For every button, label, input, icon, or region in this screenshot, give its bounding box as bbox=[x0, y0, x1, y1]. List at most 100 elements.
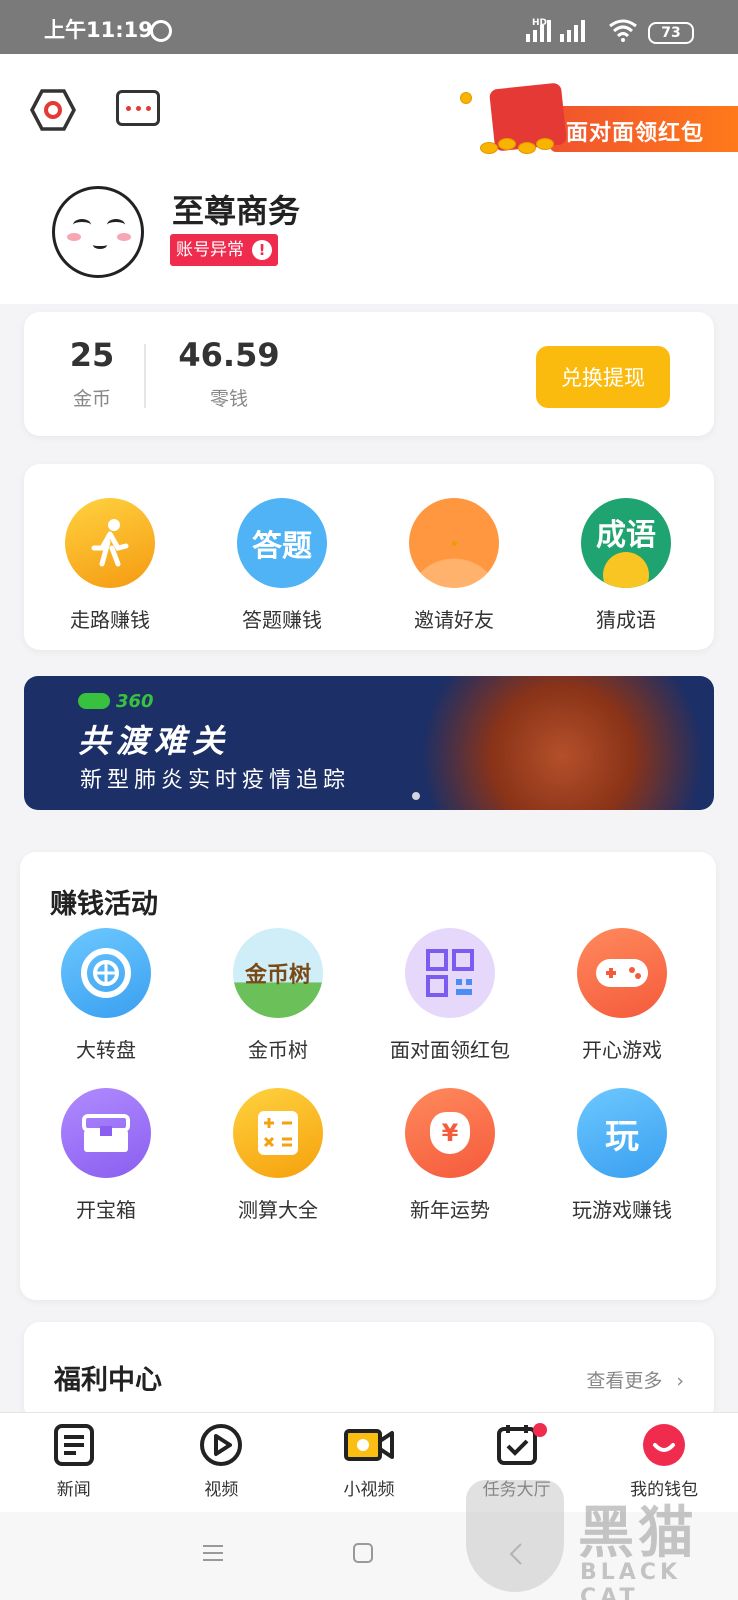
quick-action-invite[interactable]: 邀请好友 bbox=[368, 498, 540, 633]
tab-video[interactable]: 视频 bbox=[148, 1413, 296, 1512]
spin-wheel-icon bbox=[61, 928, 151, 1018]
section-title: 福利中心 bbox=[54, 1365, 162, 1396]
message-icon[interactable] bbox=[116, 90, 160, 126]
quick-action-label: 答题赚钱 bbox=[242, 608, 322, 632]
cat-shield-logo bbox=[466, 1480, 564, 1592]
watermark-en: BLACK CAT bbox=[580, 1560, 682, 1600]
activity-label: 开心游戏 bbox=[582, 1038, 662, 1062]
treasure-chest-icon bbox=[61, 1088, 151, 1178]
activity-treasure-chest[interactable]: 开宝箱 bbox=[20, 1088, 192, 1223]
brand-360-logo: 360 bbox=[78, 690, 154, 712]
home-icon[interactable] bbox=[352, 1542, 374, 1564]
activity-calculation[interactable]: 测算大全 bbox=[192, 1088, 364, 1223]
view-more-label: 查看更多 bbox=[586, 1370, 663, 1392]
money-bag-symbol: ¥ bbox=[430, 1112, 470, 1154]
calculator-icon bbox=[233, 1088, 323, 1178]
banner-subtitle: 新型肺炎实时疫情追踪 bbox=[80, 768, 351, 793]
welfare-center-card: 福利中心 查看更多 › bbox=[24, 1322, 714, 1422]
warning-icon: ! bbox=[252, 240, 272, 260]
tab-label: 视频 bbox=[204, 1480, 239, 1500]
quick-actions-grid: 走路赚钱 答题 答题赚钱 邀请好友 成语 猜成语 bbox=[24, 498, 712, 633]
money-bag-icon: ¥ bbox=[405, 1088, 495, 1178]
activity-face-to-face-redpacket[interactable]: 面对面领红包 bbox=[364, 928, 536, 1063]
walking-person-icon bbox=[65, 498, 155, 588]
quick-action-label: 猜成语 bbox=[596, 608, 656, 632]
epidemic-tracker-banner[interactable]: 360 共渡难关 新型肺炎实时疫情追踪 bbox=[24, 676, 714, 810]
activity-coin-tree[interactable]: 金币树 金币树 bbox=[192, 928, 364, 1063]
change-value: 46.59 bbox=[178, 336, 280, 374]
brand-360-text: 360 bbox=[116, 690, 154, 712]
quick-action-quiz[interactable]: 答题 答题赚钱 bbox=[196, 498, 368, 633]
menu-icon[interactable] bbox=[202, 1542, 224, 1564]
activity-label: 大转盘 bbox=[76, 1038, 136, 1062]
activities-row-2: 开宝箱 测算大全 ¥ 新年运势 玩 玩游戏赚钱 bbox=[20, 1088, 708, 1223]
activities-row-1: 大转盘 金币树 金币树 面对面领红包 开心游戏 bbox=[20, 928, 708, 1063]
cellular-signal-icon bbox=[526, 20, 551, 42]
qr-code-icon bbox=[405, 928, 495, 1018]
redpacket-strip: 面对面领红包 bbox=[550, 106, 738, 152]
carousel-indicator bbox=[412, 792, 420, 800]
invite-icon bbox=[409, 498, 499, 588]
quick-action-walk[interactable]: 走路赚钱 bbox=[24, 498, 196, 633]
view-more-link[interactable]: 查看更多 › bbox=[586, 1366, 684, 1393]
tab-label: 新闻 bbox=[56, 1480, 91, 1500]
activity-happy-game[interactable]: 开心游戏 bbox=[536, 928, 708, 1063]
chevron-right-icon: › bbox=[676, 1370, 684, 1392]
quick-action-label: 邀请好友 bbox=[414, 608, 494, 632]
news-icon bbox=[53, 1424, 94, 1466]
account-abnormal-label: 账号异常 bbox=[176, 240, 244, 260]
activity-label: 玩游戏赚钱 bbox=[572, 1198, 672, 1222]
change-stat[interactable]: 46.59 零钱 bbox=[174, 336, 284, 411]
quick-action-label: 走路赚钱 bbox=[70, 608, 150, 632]
blackcat-watermark: 黑猫 BLACK CAT bbox=[466, 1480, 738, 1600]
coins-stat[interactable]: 25 金币 bbox=[64, 336, 120, 411]
alarm-icon bbox=[150, 20, 172, 42]
status-bar: 上午11:19 HD 73 bbox=[0, 0, 738, 54]
play-game-icon: 玩 bbox=[577, 1088, 667, 1178]
tab-small-video[interactable]: 小视频 bbox=[295, 1413, 443, 1512]
activity-label: 开宝箱 bbox=[76, 1198, 136, 1222]
status-time: 上午11:19 bbox=[44, 18, 153, 42]
wallet-smile-icon bbox=[643, 1424, 686, 1466]
watermark-cn: 黑猫 bbox=[578, 1501, 698, 1566]
exchange-withdraw-button[interactable]: 兑换提现 bbox=[536, 346, 670, 408]
activity-label: 金币树 bbox=[248, 1038, 308, 1062]
coin-icon bbox=[460, 92, 472, 104]
cellular-signal-icon-2 bbox=[560, 20, 585, 42]
quiz-icon: 答题 bbox=[237, 498, 327, 588]
activity-label: 新年运势 bbox=[410, 1198, 490, 1222]
coin-icon bbox=[536, 138, 554, 150]
account-abnormal-badge[interactable]: 账号异常 ! bbox=[170, 234, 278, 266]
activity-new-year-fortune[interactable]: ¥ 新年运势 bbox=[364, 1088, 536, 1223]
small-video-icon bbox=[343, 1429, 394, 1461]
activity-label: 测算大全 bbox=[238, 1198, 318, 1222]
coin-tree-icon: 金币树 bbox=[233, 928, 323, 1018]
gamepad-icon bbox=[577, 928, 667, 1018]
redpacket-label: 面对面领红包 bbox=[566, 121, 705, 146]
idiom-icon-text: 成语 bbox=[596, 518, 656, 553]
coins-value: 25 bbox=[69, 336, 115, 374]
quick-actions-card: 走路赚钱 答题 答题赚钱 邀请好友 成语 猜成语 bbox=[24, 464, 714, 650]
coins-label: 金币 bbox=[72, 388, 111, 410]
quick-action-idiom[interactable]: 成语 猜成语 bbox=[540, 498, 712, 633]
idiom-icon: 成语 bbox=[581, 498, 671, 588]
banner-title: 共渡难关 bbox=[78, 722, 231, 760]
face-to-face-redpacket-banner[interactable]: 面对面领红包 bbox=[460, 80, 738, 160]
wallet-card: 25 金币 46.59 零钱 兑换提现 bbox=[24, 312, 714, 436]
notification-dot bbox=[532, 1423, 547, 1437]
change-label: 零钱 bbox=[209, 388, 248, 410]
tab-news[interactable]: 新闻 bbox=[0, 1413, 148, 1512]
activity-label: 面对面领红包 bbox=[390, 1038, 510, 1062]
divider bbox=[144, 344, 146, 408]
coin-icon bbox=[518, 142, 536, 154]
section-title: 赚钱活动 bbox=[50, 889, 158, 920]
coin-icon bbox=[480, 142, 498, 154]
coin-icon bbox=[498, 138, 516, 150]
activity-play-games-earn[interactable]: 玩 玩游戏赚钱 bbox=[536, 1088, 708, 1223]
battery-indicator: 73 bbox=[648, 22, 694, 44]
activity-spin-wheel[interactable]: 大转盘 bbox=[20, 928, 192, 1063]
tab-label: 小视频 bbox=[343, 1480, 395, 1500]
video-play-icon bbox=[200, 1424, 243, 1466]
settings-icon[interactable] bbox=[30, 88, 76, 132]
avatar[interactable] bbox=[52, 186, 144, 278]
